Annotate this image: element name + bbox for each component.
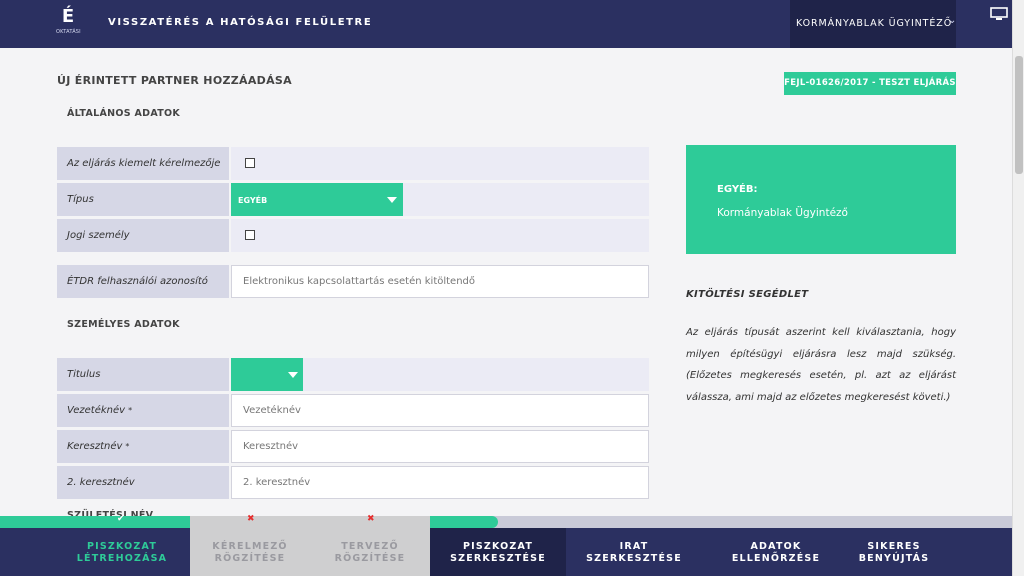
legal-person-field <box>231 219 649 252</box>
progress-segment-done: ✔ <box>0 514 190 528</box>
step-label: ELLENŐRZÉSE <box>731 553 821 564</box>
step-label: RÖGZÍTÉSE <box>214 553 286 564</box>
step-label: PISZKOZAT <box>462 541 534 552</box>
step-label: PISZKOZAT <box>86 541 158 552</box>
firstname-label: Keresztnév * <box>57 430 229 463</box>
progress-segment-active <box>430 516 498 528</box>
logo-subtitle: OKTATÁSI <box>56 29 81 35</box>
step-create-draft[interactable]: PISZKOZAT LÉTREHOZÁSA <box>58 528 186 576</box>
partner-info-card: EGYÉB: Kormányablak Ügyintéző <box>686 145 956 254</box>
step-edit-document[interactable]: IRAT SZERKESZTÉSE <box>566 528 702 576</box>
etdr-id-input[interactable]: Elektronikus kapcsolattartás esetén kitö… <box>231 265 649 298</box>
user-menu[interactable]: KORMÁNYABLAK ÜGYINTÉZŐ ⌄ <box>790 0 956 48</box>
type-select[interactable]: EGYÉB <box>231 183 403 216</box>
step-label: KÉRELMEZŐ <box>212 541 288 552</box>
step-label: ADATOK <box>750 541 802 552</box>
type-label: Típus <box>57 183 229 216</box>
help-text: Az eljárás típusát aszerint kell kiválas… <box>686 327 956 403</box>
caret-down-icon <box>288 372 298 378</box>
legal-person-checkbox[interactable] <box>245 230 255 240</box>
top-header: É OKTATÁSI VISSZATÉRÉS A HATÓSÁGI FELÜLE… <box>0 0 1012 48</box>
error-x-icon: ✖ <box>247 514 255 524</box>
progress-bar: ✔ ✖ ✖ <box>0 514 1012 528</box>
main-applicant-label: Az eljárás kiemelt kérelmezője <box>57 147 229 180</box>
surname-label: Vezetéknév * <box>57 394 229 427</box>
legal-person-label: Jogi személy <box>57 219 229 252</box>
logo[interactable]: É OKTATÁSI <box>56 6 81 42</box>
step-label: BENYÚJTÁS <box>858 553 930 564</box>
step-label: RÖGZÍTÉSE <box>334 553 406 564</box>
help-title: KITÖLTÉSI SEGÉDLET <box>686 289 809 300</box>
case-badge[interactable]: FEJL-01626/2017 - TESZT ELJÁRÁS <box>784 72 956 95</box>
progress-segment-error: ✖ <box>310 514 430 528</box>
required-mark: * <box>128 406 133 415</box>
titulus-label: Titulus <box>57 358 229 391</box>
step-label: LÉTREHOZÁSA <box>76 553 168 564</box>
section-title-personal: SZEMÉLYES ADATOK <box>67 319 180 330</box>
scrollbar[interactable] <box>1012 0 1024 576</box>
check-icon: ✔ <box>117 514 125 524</box>
info-card-title: EGYÉB: <box>717 184 758 195</box>
page-title: ÚJ ÉRINTETT PARTNER HOZZÁADÁSA <box>57 74 292 87</box>
main-applicant-field <box>231 147 649 180</box>
firstname-input[interactable]: Keresztnév <box>231 430 649 463</box>
required-mark: * <box>125 442 130 451</box>
info-card-subtitle: Kormányablak Ügyintéző <box>717 207 848 219</box>
step-label: SIKERES <box>867 541 921 552</box>
chevron-down-icon: ⌄ <box>948 15 958 26</box>
back-to-authority-link[interactable]: VISSZATÉRÉS A HATÓSÁGI FELÜLETRE <box>108 17 372 28</box>
second-firstname-label: 2. keresztnév <box>57 466 229 499</box>
titulus-select[interactable] <box>231 358 303 391</box>
scrollbar-thumb[interactable] <box>1015 56 1023 174</box>
monitor-icon[interactable] <box>990 7 1008 21</box>
second-firstname-input[interactable]: 2. keresztnév <box>231 466 649 499</box>
step-record-designer[interactable]: TERVEZŐ RÖGZÍTÉSE <box>310 528 430 576</box>
user-name: KORMÁNYABLAK ÜGYINTÉZŐ <box>796 18 953 29</box>
firstname-label-text: Keresztnév <box>67 441 123 452</box>
etdr-id-label: ÉTDR felhasználói azonosító <box>57 265 229 298</box>
step-check-data[interactable]: ADATOK ELLENŐRZÉSE <box>708 528 844 576</box>
step-label: SZERKESZTÉSE <box>586 553 682 564</box>
step-label: SZERKESZTÉSE <box>450 553 546 564</box>
section-title-general: ÁLTALÁNOS ADATOK <box>67 108 181 119</box>
surname-input[interactable]: Vezetéknév <box>231 394 649 427</box>
error-x-icon: ✖ <box>367 514 375 524</box>
step-submit[interactable]: SIKERES BENYÚJTÁS <box>826 528 962 576</box>
step-navigation: PISZKOZAT LÉTREHOZÁSA KÉRELMEZŐ RÖGZÍTÉS… <box>0 528 1012 576</box>
main-applicant-checkbox[interactable] <box>245 158 255 168</box>
step-label: TERVEZŐ <box>341 541 399 552</box>
step-edit-draft[interactable]: PISZKOZAT SZERKESZTÉSE <box>430 528 566 576</box>
progress-segment-error: ✖ <box>190 514 310 528</box>
type-select-value: EGYÉB <box>238 196 268 205</box>
step-label: IRAT <box>619 541 649 552</box>
surname-label-text: Vezetéknév <box>67 405 126 416</box>
logo-letter: É <box>61 6 75 27</box>
step-record-applicant[interactable]: KÉRELMEZŐ RÖGZÍTÉSE <box>190 528 310 576</box>
section-title-birth-name: SZÜLETÉSI NÉV <box>67 510 154 516</box>
caret-down-icon <box>387 197 397 203</box>
